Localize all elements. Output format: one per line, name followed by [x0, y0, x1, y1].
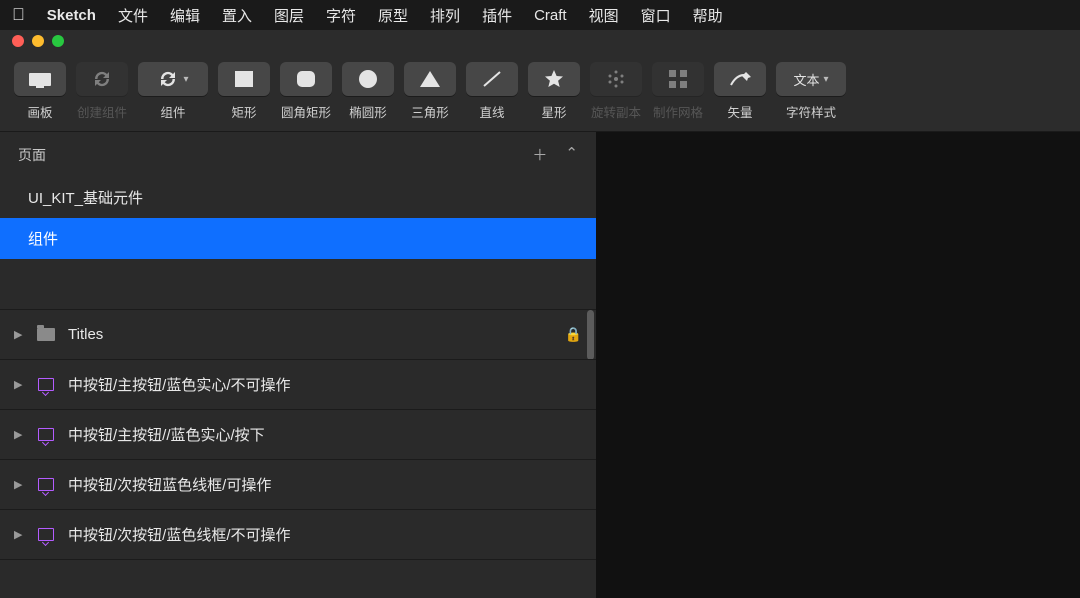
page-item[interactable]: UI_KIT_基础元件	[0, 177, 596, 218]
disclosure-arrow-icon[interactable]: ▶	[14, 328, 24, 341]
toolbar-rect-button[interactable]: 矩形	[218, 62, 270, 121]
rect-icon	[233, 70, 255, 88]
disclosure-arrow-icon[interactable]: ▶	[14, 528, 24, 541]
app-window: 画板 创建组件 ▾组件矩形 圆角矩形椭圆形 三角形 直线 星形 旋转副本制作网格 矢量 文本▾字符…	[0, 30, 1080, 598]
toolbar-line-button[interactable]: 直线	[466, 62, 518, 121]
pages-header-label: 页面	[18, 145, 46, 165]
star-icon	[543, 69, 565, 89]
toolbar-label: 椭圆形	[349, 102, 387, 121]
lock-icon[interactable]: 🔒	[565, 326, 582, 343]
zoom-window-button[interactable]	[52, 35, 64, 47]
layer-row[interactable]: ▶ 中按钮/次按钮/蓝色线框/不可操作	[0, 510, 596, 560]
apple-menu-icon[interactable]: 	[12, 5, 25, 25]
menu-text[interactable]: 字符	[326, 5, 356, 26]
sync-icon	[91, 69, 113, 89]
layer-row[interactable]: ▶ 中按钮/主按钮//蓝色实心/按下	[0, 410, 596, 460]
sync-icon	[157, 69, 179, 89]
toolbar-roundrect-button[interactable]: 圆角矩形	[280, 62, 332, 121]
menu-craft[interactable]: Craft	[534, 7, 567, 24]
close-window-button[interactable]	[12, 35, 24, 47]
toolbar-create-symbol-button: 创建组件	[76, 62, 128, 121]
toolbar-oval-button[interactable]: 椭圆形	[342, 62, 394, 121]
rotate-icon	[605, 69, 627, 89]
toolbar-label: 字符样式	[786, 102, 836, 121]
pages-header: 页面 ＋ ⌃	[0, 132, 596, 177]
menu-layer[interactable]: 图层	[274, 5, 304, 26]
menu-insert[interactable]: 置入	[222, 5, 252, 26]
artboard-symbol-icon	[36, 527, 56, 543]
toolbar-artboard-button[interactable]: 画板	[14, 62, 66, 121]
line-icon	[481, 69, 503, 89]
oval-icon	[357, 69, 379, 89]
vector-icon	[728, 70, 752, 88]
menu-help[interactable]: 帮助	[693, 5, 723, 26]
pages-list: UI_KIT_基础元件组件	[0, 177, 596, 259]
toolbar-label: 直线	[479, 102, 504, 121]
toolbar-label: 画板	[27, 102, 52, 121]
toolbar-label: 制作网格	[653, 102, 703, 121]
toolbar-triangle-button[interactable]: 三角形	[404, 62, 456, 121]
layer-row[interactable]: ▶ 中按钮/次按钮蓝色线框/可操作	[0, 460, 596, 510]
canvas[interactable]	[596, 132, 1080, 598]
menu-prototype[interactable]: 原型	[378, 5, 408, 26]
grid-icon	[668, 69, 688, 89]
toolbar-vector-button[interactable]: 矢量	[714, 62, 766, 121]
menu-edit[interactable]: 编辑	[170, 5, 200, 26]
toolbar-rotate-copies-button: 旋转副本	[590, 62, 642, 121]
disclosure-arrow-icon[interactable]: ▶	[14, 428, 24, 441]
toolbar-label: 旋转副本	[591, 102, 641, 121]
toolbar-label: 三角形	[411, 102, 449, 121]
macos-menubar:  Sketch 文件 编辑 置入 图层 字符 原型 排列 插件 Craft 视…	[0, 0, 1080, 30]
toolbar-label: 创建组件	[77, 102, 127, 121]
folder-icon	[36, 327, 56, 343]
main-area: 页面 ＋ ⌃ UI_KIT_基础元件组件 ▶ Titles 🔒 ▶ 中按钮/主按钮/蓝色…	[0, 132, 1080, 598]
minimize-window-button[interactable]	[32, 35, 44, 47]
toolbar-text-styles-button[interactable]: 文本▾字符样式	[776, 62, 846, 121]
toolbar-label: 星形	[541, 102, 566, 121]
artboard-symbol-icon	[36, 427, 56, 443]
toolbar: 画板 创建组件 ▾组件矩形 圆角矩形椭圆形 三角形 直线 星形 旋转副本制作网格 矢量 文本▾字符…	[0, 52, 1080, 132]
menu-window[interactable]: 窗口	[641, 5, 671, 26]
artboard-symbol-icon	[36, 377, 56, 393]
toolbar-label: 矢量	[727, 102, 752, 121]
layer-name: 中按钮/次按钮蓝色线框/可操作	[68, 474, 271, 495]
toolbar-label: 组件	[160, 102, 185, 121]
layer-name: 中按钮/次按钮/蓝色线框/不可操作	[68, 524, 291, 545]
collapse-pages-button[interactable]: ⌃	[565, 144, 578, 165]
toolbar-symbol-button[interactable]: ▾组件	[138, 62, 208, 121]
page-item[interactable]: 组件	[0, 218, 596, 259]
layer-row[interactable]: ▶ 中按钮/主按钮/蓝色实心/不可操作	[0, 360, 596, 410]
roundrect-icon	[295, 70, 317, 88]
artboard-icon	[28, 70, 52, 88]
layers-list: ▶ Titles 🔒 ▶ 中按钮/主按钮/蓝色实心/不可操作 ▶ 中按钮/主按钮//蓝色实心…	[0, 309, 596, 560]
layer-name: 中按钮/主按钮//蓝色实心/按下	[68, 424, 265, 445]
toolbar-label: 矩形	[231, 102, 256, 121]
window-titlebar	[0, 30, 1080, 52]
layer-row[interactable]: ▶ Titles 🔒	[0, 310, 596, 360]
disclosure-arrow-icon[interactable]: ▶	[14, 478, 24, 491]
menu-arrange[interactable]: 排列	[430, 5, 460, 26]
left-panel: 页面 ＋ ⌃ UI_KIT_基础元件组件 ▶ Titles 🔒 ▶ 中按钮/主按钮/蓝色…	[0, 132, 596, 598]
disclosure-arrow-icon[interactable]: ▶	[14, 378, 24, 391]
layer-name: 中按钮/主按钮/蓝色实心/不可操作	[68, 374, 291, 395]
toolbar-label: 圆角矩形	[281, 102, 331, 121]
menu-plugins[interactable]: 插件	[482, 5, 512, 26]
artboard-symbol-icon	[36, 477, 56, 493]
layer-name: Titles	[68, 326, 103, 343]
toolbar-make-grid-button: 制作网格	[652, 62, 704, 121]
toolbar-star-button[interactable]: 星形	[528, 62, 580, 121]
add-page-button[interactable]: ＋	[532, 144, 547, 165]
menu-view[interactable]: 视图	[589, 5, 619, 26]
menu-file[interactable]: 文件	[118, 5, 148, 26]
app-menu[interactable]: Sketch	[47, 7, 96, 24]
triangle-icon	[419, 70, 441, 88]
